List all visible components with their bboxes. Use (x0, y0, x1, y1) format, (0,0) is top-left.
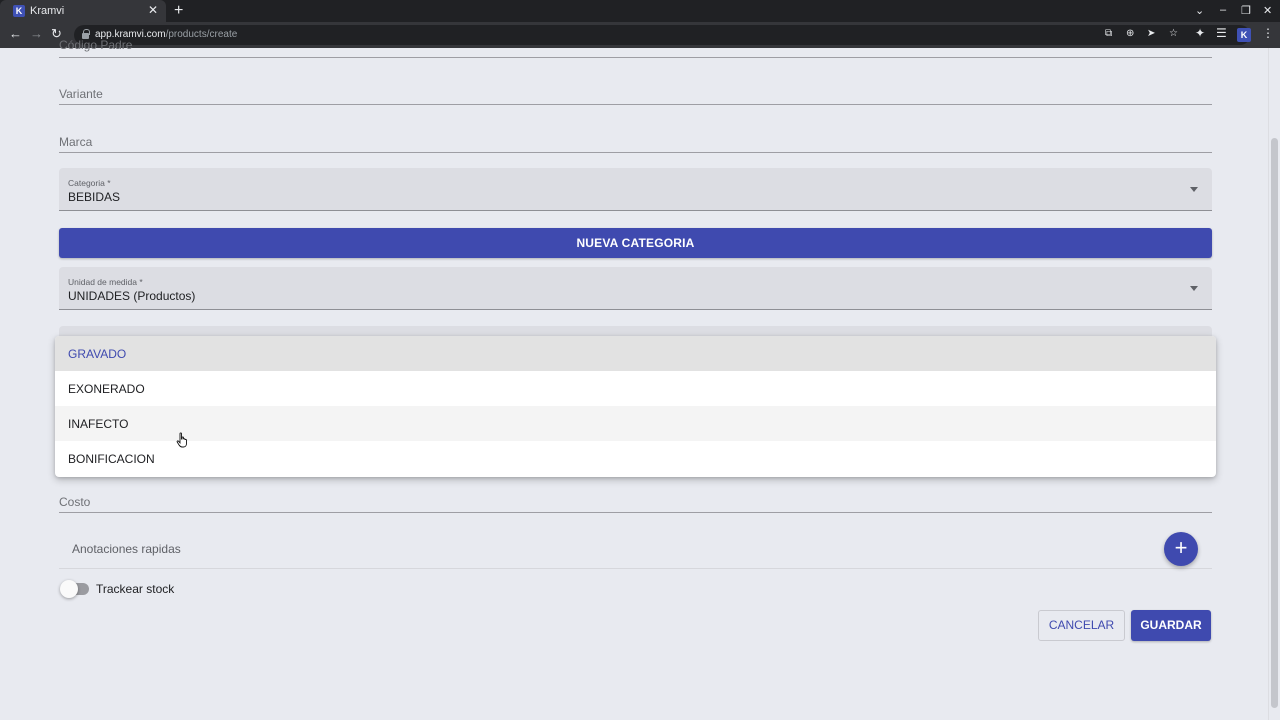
variante-input[interactable]: Variante (59, 80, 1212, 105)
codigo-padre-placeholder: Código Padre (59, 38, 133, 52)
back-icon[interactable]: ← (9, 27, 22, 41)
kramvi-favicon-icon: K (13, 5, 25, 17)
trackear-stock-toggle[interactable] (60, 580, 89, 598)
scrollbar-thumb[interactable] (1271, 138, 1278, 708)
unidad-medida-label: Unidad de medida * (68, 277, 143, 287)
menu-item-label: EXONERADO (68, 382, 145, 396)
new-tab-icon[interactable]: + (174, 2, 183, 20)
menu-item-label: BONIFICACION (68, 452, 155, 466)
variante-placeholder: Variante (59, 87, 103, 101)
menu-item-label: INAFECTO (68, 417, 129, 431)
plus-icon: + (1174, 535, 1188, 560)
unidad-medida-value: UNIDADES (Productos) (68, 289, 196, 303)
toggle-knob (60, 580, 78, 598)
menu-item-label: GRAVADO (68, 347, 127, 361)
menu-item-exonerado[interactable]: EXONERADO (55, 371, 1216, 406)
add-annotation-button[interactable]: + (1164, 532, 1198, 566)
categoria-select[interactable]: Categoria * BEBIDAS (59, 168, 1212, 211)
window-close-icon[interactable]: ✕ (1263, 4, 1272, 17)
save-button[interactable]: GUARDAR (1131, 610, 1211, 641)
marca-placeholder: Marca (59, 135, 93, 149)
reading-list-icon[interactable]: ☰ (1216, 26, 1227, 40)
categoria-value: BEBIDAS (68, 190, 121, 204)
costo-input[interactable]: Costo (59, 488, 1212, 513)
marca-input[interactable]: Marca (59, 128, 1212, 153)
product-create-page: Código Padre Variante Marca Categoria * … (0, 38, 1268, 720)
menu-item-gravado[interactable]: GRAVADO (55, 336, 1216, 371)
maximize-icon[interactable]: ❐ (1241, 4, 1251, 17)
browser-tab-bar: K Kramvi ✕ + ⌄ – ❐ ✕ (0, 0, 1280, 22)
minimize-icon[interactable]: – (1220, 4, 1226, 16)
tab-title: Kramvi (30, 5, 65, 17)
trackear-stock-label: Trackear stock (96, 582, 175, 596)
tipo-afectacion-dropdown-menu: GRAVADO EXONERADO INAFECTO BONIFICACION (55, 336, 1216, 477)
divider (59, 568, 1212, 569)
codigo-padre-field[interactable]: Código Padre (59, 38, 1212, 58)
kramvi-extension-icon[interactable]: K (1237, 28, 1251, 42)
menu-item-inafecto[interactable]: INAFECTO (55, 406, 1216, 441)
unidad-medida-select[interactable]: Unidad de medida * UNIDADES (Productos) (59, 267, 1212, 310)
costo-placeholder: Costo (59, 495, 91, 509)
forward-icon[interactable]: → (30, 27, 43, 41)
tab-close-icon[interactable]: ✕ (148, 3, 158, 17)
hand-cursor-icon (176, 432, 187, 448)
nueva-categoria-button[interactable]: NUEVA CATEGORIA (59, 228, 1212, 258)
menu-kebab-icon[interactable]: ⋮ (1262, 26, 1274, 40)
chevron-down-icon (1190, 286, 1198, 291)
anotaciones-rapidas-label: Anotaciones rapidas (72, 542, 181, 556)
browser-tab[interactable]: K Kramvi ✕ (0, 0, 166, 22)
cancel-button[interactable]: CANCELAR (1038, 610, 1125, 641)
chevron-down-icon (1190, 187, 1198, 192)
menu-item-bonificacion[interactable]: BONIFICACION (55, 441, 1216, 476)
tab-list-icon[interactable]: ⌄ (1195, 4, 1204, 17)
categoria-label: Categoria * (68, 178, 111, 188)
page-scrollbar[interactable] (1268, 48, 1280, 720)
